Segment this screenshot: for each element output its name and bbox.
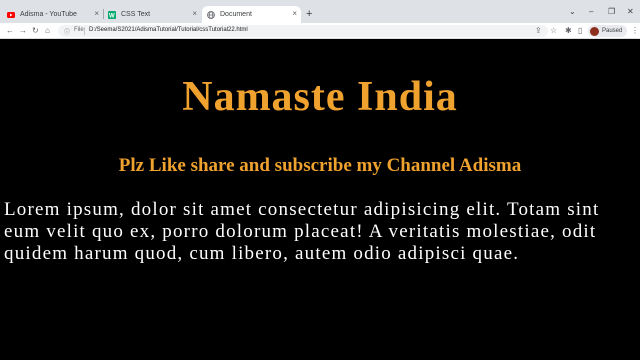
address-bar[interactable]: ⓘ File D:/Seema/S2021/AdismaTutorial/Tut… <box>58 25 548 37</box>
back-arrow-icon[interactable]: ← <box>6 26 14 36</box>
address-divider <box>84 27 85 35</box>
page-heading: Namaste India <box>182 74 458 120</box>
forward-arrow-icon[interactable]: → <box>19 26 27 36</box>
reload-icon[interactable]: ↻ <box>32 26 39 36</box>
svg-text:W: W <box>109 13 115 19</box>
globe-icon <box>207 10 215 19</box>
address-url[interactable]: D:/Seema/S2021/AdismaTutorial/Tutorial/c… <box>89 27 248 33</box>
minimize-icon[interactable]: – <box>589 8 593 16</box>
bookmark-star-icon[interactable]: ☆ <box>550 26 557 36</box>
sidebar-icon[interactable]: ▯ <box>578 26 582 36</box>
w3schools-icon: W <box>108 10 116 19</box>
extensions-puzzle-icon[interactable]: ✱ <box>565 26 572 36</box>
profile-button[interactable]: Paused <box>588 25 627 37</box>
profile-status: Paused <box>602 28 623 34</box>
chevron-down-icon[interactable]: ⌄ <box>569 8 576 16</box>
lorem-paragraph: Lorem ipsum, dolor sit amet consectetur … <box>4 199 600 264</box>
new-tab-button[interactable]: + <box>306 9 312 20</box>
page-viewport: Namaste India Plz Like share and subscri… <box>0 40 640 360</box>
tab-strip: Adisma - YouTube × W CSS Text × Document… <box>0 0 640 23</box>
youtube-icon <box>7 11 15 19</box>
avatar <box>590 26 599 36</box>
tab-title: Adisma - YouTube <box>20 11 77 18</box>
info-icon[interactable]: ⓘ <box>64 27 70 36</box>
page-subheading: Plz Like share and subscribe my Channel … <box>118 155 522 176</box>
close-icon[interactable]: × <box>292 10 297 18</box>
close-window-icon[interactable]: ✕ <box>627 8 634 16</box>
maximize-icon[interactable]: ❐ <box>608 8 615 16</box>
tab-document[interactable]: Document × <box>202 6 301 23</box>
tab-css-text[interactable]: W CSS Text × <box>103 6 201 23</box>
address-scheme: File <box>74 27 84 33</box>
tab-title: CSS Text <box>121 11 151 18</box>
home-icon[interactable]: ⌂ <box>45 26 50 36</box>
close-icon[interactable]: × <box>94 10 99 18</box>
more-menu-icon[interactable]: ⋮ <box>631 26 639 35</box>
tab-youtube[interactable]: Adisma - YouTube × <box>2 6 104 23</box>
share-icon[interactable]: ⇪ <box>535 26 542 36</box>
browser-toolbar: ← → ↻ ⌂ ⓘ File D:/Seema/S2021/AdismaTuto… <box>0 23 640 39</box>
tab-title: Document <box>220 11 252 18</box>
close-icon[interactable]: × <box>192 10 197 18</box>
